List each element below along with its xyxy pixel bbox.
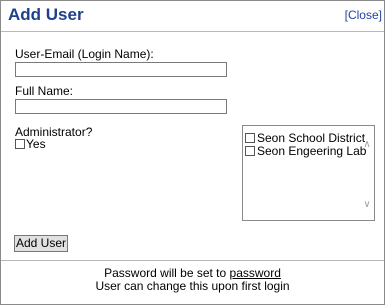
dialog-title-bar: Add User [Close] — [1, 1, 384, 27]
group-label: Seon School District — [257, 131, 366, 145]
password-link[interactable]: password — [230, 266, 281, 280]
scroll-up-icon[interactable]: ∧ — [361, 140, 373, 150]
administrator-yes-label: Yes — [26, 137, 46, 151]
fullname-field[interactable] — [15, 99, 227, 114]
password-note-line-2: User can change this upon first login — [95, 279, 290, 293]
password-note-prefix: Password will be set to — [104, 266, 230, 280]
fullname-label: Full Name: — [15, 84, 74, 98]
list-item[interactable]: Seon Engeering Lab — [243, 144, 367, 158]
email-label: User-Email (Login Name): — [15, 47, 154, 61]
group-label: Seon Engeering Lab — [257, 144, 367, 158]
administrator-checkbox[interactable] — [15, 139, 25, 149]
email-field[interactable] — [15, 62, 227, 77]
group-checkbox[interactable] — [245, 146, 255, 156]
title-divider — [1, 31, 384, 32]
dialog-title: Add User — [8, 5, 84, 24]
scroll-down-icon[interactable]: ∨ — [361, 200, 373, 210]
add-user-dialog: Add User [Close] User-Email (Login Name)… — [0, 0, 385, 305]
group-checkbox[interactable] — [245, 133, 255, 143]
close-link[interactable]: [Close] — [345, 8, 382, 22]
list-item[interactable]: Seon School District — [243, 131, 366, 145]
add-user-button[interactable]: Add User — [14, 235, 69, 252]
groups-listbox[interactable]: Seon School District Seon Engeering Lab … — [242, 125, 375, 221]
password-note: Password will be set to password User ca… — [1, 267, 384, 293]
footer-divider — [1, 260, 384, 261]
